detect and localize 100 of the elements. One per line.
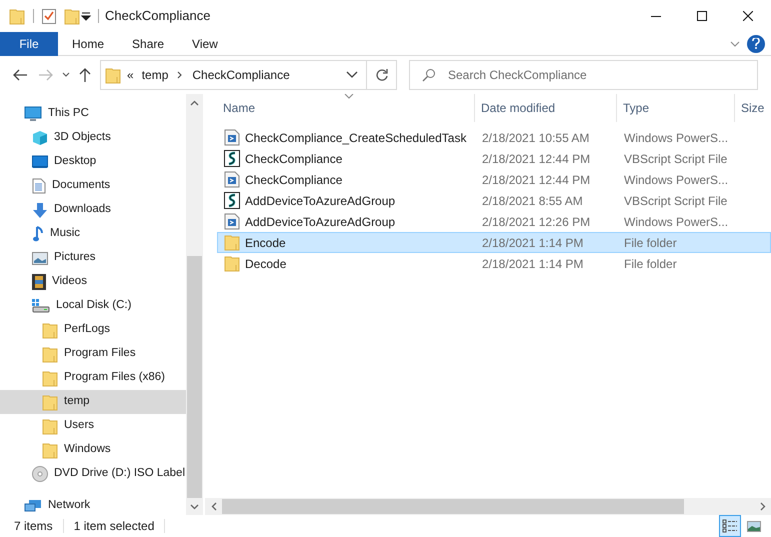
file-name: AddDeviceToAzureAdGroup bbox=[245, 214, 396, 230]
type-cell-text: Windows PowerS... bbox=[623, 214, 730, 230]
maximize-icon bbox=[697, 11, 707, 21]
close-icon bbox=[743, 11, 753, 21]
refresh-icon bbox=[374, 68, 388, 82]
scrollbar[interactable] bbox=[205, 498, 771, 515]
sidebar-item[interactable]: Videos bbox=[0, 270, 186, 294]
column-header[interactable]: Type bbox=[617, 94, 735, 122]
sidebar-item[interactable]: Desktop bbox=[0, 150, 186, 174]
file-row[interactable]: Decode 2/18/2021 1:14 PM File folder bbox=[217, 253, 771, 274]
music-note-icon bbox=[32, 226, 44, 242]
sidebar-item[interactable]: PerfLogs bbox=[0, 318, 186, 342]
sidebar-item[interactable]: Pictures bbox=[0, 246, 186, 270]
type-cell-text: Windows PowerS... bbox=[623, 172, 730, 188]
cube-icon bbox=[32, 130, 48, 146]
file-name: CheckCompliance_CreateScheduledTask bbox=[245, 130, 466, 146]
file-name: CheckCompliance bbox=[245, 150, 342, 168]
sidebar-item[interactable]: temp bbox=[0, 390, 186, 414]
up-arrow-icon[interactable] bbox=[78, 67, 92, 83]
scroll-up-icon[interactable] bbox=[190, 100, 199, 106]
network-icon bbox=[24, 499, 42, 513]
column-header[interactable]: Size bbox=[735, 94, 764, 122]
properties-icon[interactable] bbox=[42, 8, 56, 24]
date-cell-text: 2/18/2021 12:44 PM bbox=[481, 150, 592, 168]
script-file-icon bbox=[224, 192, 240, 209]
ribbon-tab[interactable]: Home bbox=[58, 32, 118, 56]
chevron-right-icon bbox=[176, 71, 184, 79]
sidebar-item[interactable]: Documents bbox=[0, 174, 186, 198]
back-arrow-icon[interactable] bbox=[12, 68, 28, 82]
disc-icon bbox=[32, 466, 48, 482]
document-icon bbox=[32, 178, 46, 194]
file-name: CheckCompliance bbox=[245, 172, 342, 188]
sort-caret-icon bbox=[344, 94, 354, 99]
sidebar-item[interactable]: 3D Objects bbox=[0, 126, 186, 150]
date-cell-text: 2/18/2021 10:55 AM bbox=[481, 130, 590, 146]
date-cell-text: 2/18/2021 8:55 AM bbox=[481, 192, 584, 210]
sidebar-item[interactable]: Program Files bbox=[0, 342, 186, 366]
search-field[interactable]: Search CheckCompliance bbox=[409, 60, 758, 90]
folder-icon bbox=[42, 418, 58, 434]
film-icon bbox=[32, 274, 46, 290]
sidebar-item[interactable]: Network bbox=[0, 494, 186, 515]
type-cell-text: VBScript Script File bbox=[623, 150, 728, 168]
sidebar-item[interactable]: Music bbox=[0, 222, 186, 246]
item-count: 7 items bbox=[14, 518, 53, 535]
scroll-left-icon[interactable] bbox=[210, 502, 216, 511]
question-mark-icon bbox=[752, 38, 760, 49]
ribbon-tab[interactable]: View bbox=[178, 32, 232, 56]
scroll-down-icon[interactable] bbox=[190, 504, 199, 510]
details-list-icon bbox=[722, 519, 738, 533]
folder-icon bbox=[224, 234, 240, 251]
scrollbar[interactable] bbox=[186, 94, 203, 515]
date-cell-text: 2/18/2021 12:26 PM bbox=[481, 214, 592, 230]
help-button[interactable] bbox=[747, 34, 765, 52]
breadcrumb[interactable]: CheckCompliance bbox=[192, 66, 290, 84]
file-row[interactable]: CheckCompliance 2/18/2021 12:44 PM Windows PowerS... bbox=[217, 169, 771, 190]
picture-icon bbox=[32, 252, 48, 264]
script-file-icon bbox=[224, 150, 240, 167]
column-header[interactable]: Date modified bbox=[475, 94, 617, 122]
type-cell-text: VBScript Script File bbox=[623, 192, 728, 210]
file-row[interactable]: Encode 2/18/2021 1:14 PM File folder bbox=[217, 232, 771, 253]
expand-ribbon-icon[interactable] bbox=[729, 38, 741, 48]
file-row[interactable]: AddDeviceToAzureAdGroup 2/18/2021 8:55 AM VBScript Script File bbox=[217, 190, 771, 211]
date-cell-text: 2/18/2021 12:44 PM bbox=[481, 172, 592, 188]
date-cell-text: 2/18/2021 1:14 PM bbox=[481, 256, 584, 272]
type-cell-text: File folder bbox=[623, 234, 678, 252]
details-view-button[interactable] bbox=[719, 515, 741, 537]
monitor-icon bbox=[24, 106, 42, 122]
script-file-icon bbox=[224, 171, 240, 188]
sidebar-item[interactable]: Windows bbox=[0, 438, 186, 462]
down-arrow-icon bbox=[32, 202, 48, 218]
column-header[interactable]: Name bbox=[217, 94, 475, 122]
file-row[interactable]: CheckCompliance_CreateScheduledTask 2/18/2021 10:55 AM Windows PowerS... bbox=[217, 127, 771, 148]
refresh-button[interactable] bbox=[367, 60, 397, 90]
file-row[interactable]: AddDeviceToAzureAdGroup 2/18/2021 12:26 PM Windows PowerS... bbox=[217, 211, 771, 232]
script-file-icon bbox=[224, 129, 240, 146]
drive-icon bbox=[32, 299, 50, 313]
ribbon-tab[interactable]: Share bbox=[118, 32, 178, 56]
overflow-chevron[interactable]: « bbox=[127, 66, 134, 84]
desktop-icon bbox=[32, 155, 48, 169]
sidebar-item[interactable]: DVD Drive (D:) ISO Label bbox=[0, 462, 186, 486]
address-bar[interactable]: « temp CheckCompliance bbox=[100, 60, 367, 90]
file-name: AddDeviceToAzureAdGroup bbox=[245, 192, 396, 210]
folder-icon bbox=[42, 370, 58, 386]
selection-status: 1 item selected bbox=[74, 518, 154, 535]
date-cell-text: 2/18/2021 1:14 PM bbox=[481, 234, 584, 252]
sidebar-item[interactable]: Downloads bbox=[0, 198, 186, 222]
sidebar-item[interactable]: Program Files (x86) bbox=[0, 366, 186, 390]
scroll-right-icon[interactable] bbox=[760, 502, 766, 511]
file-row[interactable]: CheckCompliance 2/18/2021 12:44 PM VBScript Script File bbox=[217, 148, 771, 169]
search-icon bbox=[422, 68, 436, 82]
sidebar-item[interactable]: This PC bbox=[0, 102, 186, 126]
sidebar-item[interactable]: Users bbox=[0, 414, 186, 438]
dropdown-chevron-icon[interactable] bbox=[346, 71, 358, 79]
file-name: Decode bbox=[245, 256, 286, 272]
folder-icon bbox=[9, 8, 25, 24]
sidebar-item[interactable]: Local Disk (C:) bbox=[0, 294, 186, 318]
breadcrumb[interactable]: temp bbox=[142, 66, 168, 84]
dropdown-icon[interactable] bbox=[80, 11, 92, 21]
folder-icon bbox=[105, 66, 121, 84]
recent-dropdown-icon[interactable] bbox=[62, 72, 70, 78]
